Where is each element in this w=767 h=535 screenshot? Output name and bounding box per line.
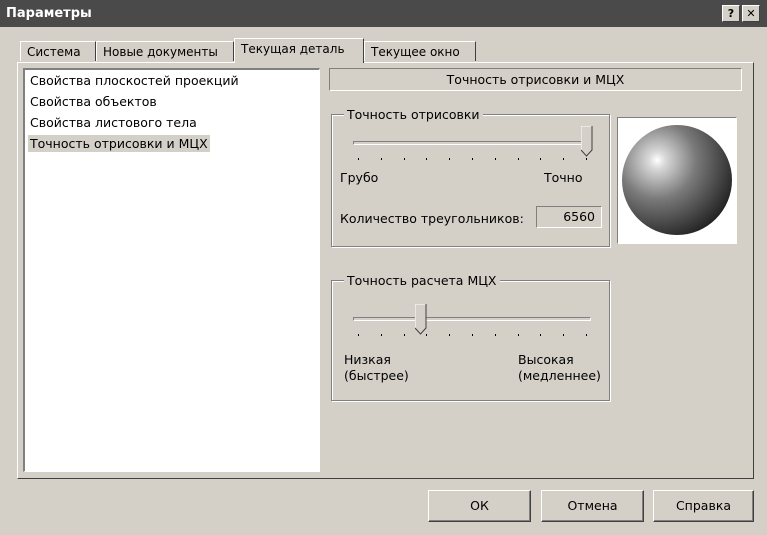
slider-tick bbox=[358, 158, 359, 160]
slider-tick bbox=[449, 158, 450, 160]
tree-item-object-properties[interactable]: Свойства объектов bbox=[28, 93, 159, 110]
render-max-label: Точно bbox=[544, 170, 583, 185]
slider-tick bbox=[358, 334, 359, 336]
render-precision-group: Точность отрисовки Грубо Точно Количеств… bbox=[331, 107, 610, 247]
slider-tick bbox=[404, 158, 405, 160]
slider-tick bbox=[472, 334, 473, 336]
slider-tick bbox=[495, 334, 496, 336]
slider-tick bbox=[404, 334, 405, 336]
mch-precision-group: Точность расчета МЦХ Низкая (быстрее) Вы… bbox=[331, 273, 610, 401]
sphere-preview-icon bbox=[622, 125, 732, 235]
triangles-count: 6560 bbox=[536, 206, 602, 228]
slider-tick bbox=[426, 158, 427, 160]
slider-tick bbox=[381, 158, 382, 160]
slider-tick bbox=[563, 158, 564, 160]
mch-min-label-line2: (быстрее) bbox=[344, 368, 409, 383]
mch-precision-legend: Точность расчета МЦХ bbox=[344, 273, 500, 288]
help-title-button[interactable]: ? bbox=[722, 5, 740, 22]
tree-item-sheet-body[interactable]: Свойства листового тела bbox=[28, 114, 199, 131]
slider-tick bbox=[586, 334, 587, 336]
tab-system[interactable]: Система bbox=[20, 41, 96, 61]
mch-max-label-line1: Высокая bbox=[518, 352, 574, 367]
slider-tick bbox=[563, 334, 564, 336]
render-precision-legend: Точность отрисовки bbox=[344, 107, 483, 122]
close-title-button[interactable]: ✕ bbox=[742, 5, 760, 22]
ok-button[interactable]: ОК bbox=[428, 490, 531, 522]
render-precision-slider-thumb[interactable] bbox=[581, 126, 593, 158]
title-bar: Параметры ? ✕ bbox=[0, 0, 767, 27]
slider-tick bbox=[472, 158, 473, 160]
render-min-label: Грубо bbox=[340, 170, 379, 185]
slider-tick bbox=[540, 334, 541, 336]
slider-tick bbox=[518, 334, 519, 336]
slider-tick bbox=[495, 158, 496, 160]
slider-tick bbox=[540, 158, 541, 160]
slider-tick bbox=[449, 334, 450, 336]
tab-current-part[interactable]: Текущая деталь bbox=[234, 38, 364, 63]
triangles-label: Количество треугольников: bbox=[340, 211, 524, 226]
tree-item-projection-planes[interactable]: Свойства плоскостей проекций bbox=[28, 72, 241, 89]
render-precision-track bbox=[353, 141, 591, 145]
tree-item-render-precision[interactable]: Точность отрисовки и МЦХ bbox=[28, 135, 210, 152]
sphere-preview bbox=[617, 117, 737, 244]
tab-current-window[interactable]: Текущее окно bbox=[364, 41, 476, 61]
help-button[interactable]: Справка bbox=[653, 490, 754, 522]
mch-precision-track bbox=[353, 317, 591, 321]
section-header: Точность отрисовки и МЦХ bbox=[329, 68, 742, 91]
cancel-button[interactable]: Отмена bbox=[541, 490, 644, 522]
slider-tick bbox=[586, 158, 587, 160]
slider-tick bbox=[426, 334, 427, 336]
slider-tick bbox=[518, 158, 519, 160]
mch-max-label-line2: (медленнее) bbox=[518, 368, 601, 383]
window-title: Параметры bbox=[6, 6, 92, 21]
mch-precision-slider-thumb[interactable] bbox=[415, 304, 427, 336]
settings-tree[interactable]: Свойства плоскостей проекций Свойства об… bbox=[23, 68, 320, 472]
mch-min-label-line1: Низкая bbox=[344, 352, 391, 367]
tab-new-documents[interactable]: Новые документы bbox=[96, 41, 234, 61]
slider-tick bbox=[381, 334, 382, 336]
